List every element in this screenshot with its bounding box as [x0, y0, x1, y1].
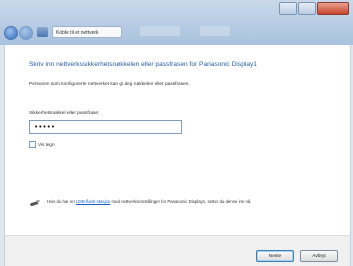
- cancel-button[interactable]: Avbryt: [300, 250, 338, 262]
- usb-hint-before: Hvis du har en: [47, 199, 75, 204]
- usb-hint-after: med nettverksinnstillinger for Panasonic…: [111, 199, 252, 204]
- page-heading: Skriv inn nettverkssikkerhetsnøkkelen el…: [29, 61, 257, 68]
- minimize-button[interactable]: [279, 2, 297, 15]
- back-button[interactable]: [4, 26, 18, 40]
- wizard-footer: Neste Avbryt: [4, 235, 351, 266]
- page-description: Personen som konfigurerte nettverket kan…: [29, 82, 190, 87]
- wizard-content: Skriv inn nettverkssikkerhetsnøkkelen el…: [4, 45, 351, 235]
- security-key-input[interactable]: •••••: [29, 120, 182, 134]
- show-characters-label: Vis tegn: [38, 142, 55, 147]
- network-wizard-icon: [37, 27, 48, 37]
- usb-flash-link[interactable]: USB-flash-stasjon: [76, 199, 110, 204]
- security-key-label: Sikkerhetsnøkkel eller passfrase:: [29, 111, 100, 116]
- wizard-title: Koble til et nettverk: [52, 26, 122, 38]
- close-button[interactable]: [317, 2, 349, 15]
- forward-button[interactable]: [19, 26, 33, 40]
- titlebar-glass: [140, 26, 180, 36]
- title-bar: Koble til et nettverk: [0, 0, 353, 45]
- show-characters-option[interactable]: Vis tegn: [29, 141, 55, 148]
- next-button[interactable]: Neste: [256, 250, 294, 262]
- usb-drive-icon: [30, 200, 40, 206]
- usb-hint-text: Hvis du har en USB-flash-stasjon med net…: [47, 199, 251, 204]
- show-characters-checkbox[interactable]: [29, 141, 36, 148]
- maximize-button[interactable]: [298, 2, 316, 15]
- titlebar-glass: [200, 26, 230, 36]
- window-controls: [279, 2, 349, 15]
